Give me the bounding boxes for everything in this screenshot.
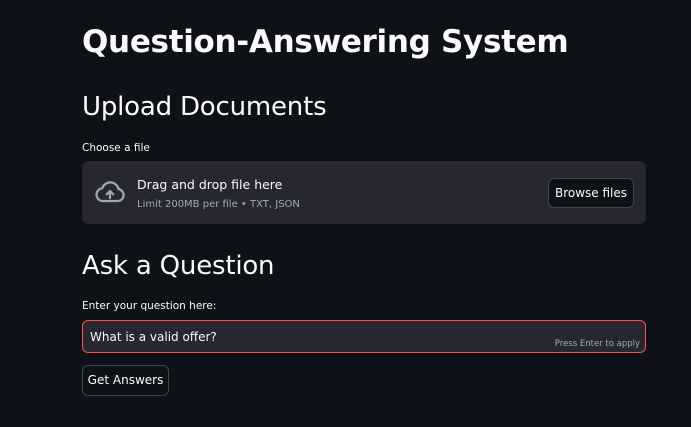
ask-heading: Ask a Question <box>82 251 275 281</box>
question-input-container: Press Enter to apply <box>82 320 646 353</box>
file-uploader-label: Choose a file <box>82 142 150 154</box>
dropzone-limit-text: Limit 200MB per file • TXT, JSON <box>137 199 300 210</box>
question-input-label: Enter your question here: <box>82 300 217 312</box>
file-dropzone[interactable]: Drag and drop file here Limit 200MB per … <box>82 161 646 224</box>
page-title: Question-Answering System <box>82 24 569 60</box>
input-hint: Press Enter to apply <box>554 339 640 349</box>
upload-heading: Upload Documents <box>82 92 327 122</box>
cloud-upload-icon <box>95 181 125 203</box>
browse-files-button[interactable]: Browse files <box>548 178 634 208</box>
dropzone-instructions: Drag and drop file here <box>137 177 283 192</box>
get-answers-button[interactable]: Get Answers <box>82 365 169 396</box>
